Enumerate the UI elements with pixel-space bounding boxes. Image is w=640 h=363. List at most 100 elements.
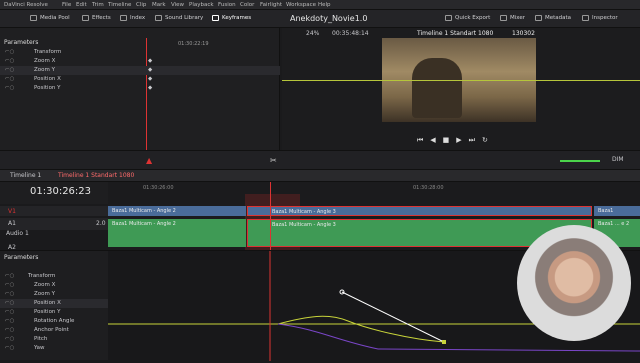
edit-toolbar: ▲ ✂ DIM bbox=[0, 150, 640, 170]
curve-row-transform[interactable]: ⌐○ Transform bbox=[0, 272, 108, 281]
mixer-icon bbox=[500, 15, 507, 21]
media-pool-button[interactable]: Media Pool bbox=[30, 15, 70, 21]
clip-v1-angle2[interactable]: Baza1 Multicam - Angle 2 bbox=[108, 206, 246, 216]
menu-workspace[interactable]: Workspace bbox=[286, 2, 316, 8]
curve-row-zoom-y[interactable]: ⌐○ Zoom Y bbox=[0, 290, 108, 299]
metadata-label: Metadata bbox=[545, 15, 572, 21]
track-sub-a1: Audio 1 bbox=[0, 230, 108, 238]
clip-v1-angle3[interactable]: Baza1 Multicam - Angle 3 bbox=[247, 206, 592, 216]
track-header-a1[interactable]: A1 2.0 bbox=[0, 218, 108, 230]
menu-timeline[interactable]: Timeline bbox=[108, 2, 131, 8]
keyframe-toggle-icon[interactable]: ⌐○ bbox=[5, 291, 14, 297]
position-x-curve[interactable] bbox=[277, 315, 445, 343]
keyframe-toggle-icon[interactable]: ⌐○ bbox=[5, 282, 14, 288]
menu-trim[interactable]: Trim bbox=[92, 2, 104, 8]
curve-row-zoom-x[interactable]: ⌐○ Zoom X bbox=[0, 281, 108, 290]
param-row-zoom-y[interactable]: ⌐○ Zoom Y ◆ bbox=[0, 66, 280, 75]
menu-help[interactable]: Help bbox=[318, 2, 331, 8]
mixer-label: Mixer bbox=[510, 15, 526, 21]
keyframe-toggle-icon[interactable]: ⌐○ bbox=[5, 300, 14, 306]
clip-a1-angle2[interactable]: Baza1 Multicam - Angle 2 bbox=[108, 219, 246, 247]
menu-view[interactable]: View bbox=[171, 2, 184, 8]
viewer-panel: 24% 00:35:48:14 Timeline 1 Standart 1080… bbox=[282, 28, 640, 150]
param-label: Transform bbox=[34, 49, 62, 55]
keyframe-inspector: Parameters 01:30:22:19 ⌐○ Transform ⌐○ Zoo… bbox=[0, 28, 280, 150]
volume-slider[interactable] bbox=[560, 160, 600, 162]
curve-params-header: Parameters bbox=[4, 254, 39, 261]
menu-edit[interactable]: Edit bbox=[76, 2, 87, 8]
ruler-tc-right: 01:30:28:00 bbox=[413, 185, 444, 191]
keyframes-button[interactable]: Keyframes bbox=[212, 15, 251, 21]
index-label: Index bbox=[130, 15, 146, 21]
quick-export-button[interactable]: Quick Export bbox=[445, 15, 490, 21]
sound-library-button[interactable]: Sound Library bbox=[155, 15, 203, 21]
keyframe-toggle-icon[interactable]: ⌐○ bbox=[5, 67, 14, 73]
param-row-zoom-x[interactable]: ⌐○ Zoom X ◆ bbox=[0, 57, 280, 66]
keyframe-toggle-icon[interactable]: ⌐○ bbox=[5, 49, 14, 55]
track-sub: Audio 1 bbox=[6, 230, 29, 237]
curve-row-anchor[interactable]: ⌐○ Anchor Point bbox=[0, 326, 108, 335]
track-name: V1 bbox=[8, 208, 16, 215]
current-timecode[interactable]: 01:30:26:23 bbox=[30, 186, 91, 197]
curve-row-pitch[interactable]: ⌐○ Pitch bbox=[0, 335, 108, 344]
menu-mark[interactable]: Mark bbox=[152, 2, 166, 8]
index-button[interactable]: Index bbox=[120, 15, 145, 21]
inspector-label: Inspector bbox=[592, 15, 618, 21]
quick-export-label: Quick Export bbox=[455, 15, 491, 21]
metadata-button[interactable]: Metadata bbox=[535, 15, 571, 21]
keyframe-toggle-icon[interactable]: ⌐○ bbox=[5, 58, 14, 64]
menu-fusion[interactable]: Fusion bbox=[218, 2, 236, 8]
param-row-position-x[interactable]: ⌐○ Position X ◆ bbox=[0, 75, 280, 84]
razor-icon[interactable]: ✂ bbox=[270, 156, 277, 165]
keyframe-toggle-icon[interactable]: ⌐○ bbox=[5, 327, 14, 333]
keyframe-diamond-icon[interactable]: ◆ bbox=[148, 76, 152, 82]
index-icon bbox=[120, 15, 127, 21]
curve-parameters: Parameters ⌐○ Transform ⌐○ Zoom X ⌐○ Zoom Y… bbox=[0, 250, 108, 360]
curve-row-yaw[interactable]: ⌐○ Yaw bbox=[0, 344, 108, 353]
keyframe-diamond-icon[interactable]: ◆ bbox=[148, 67, 152, 73]
menu-color[interactable]: Color bbox=[240, 2, 254, 8]
zoom-level[interactable]: 24% bbox=[306, 30, 319, 37]
keyframe-toggle-icon[interactable]: ⌐○ bbox=[5, 309, 14, 315]
keyframe-toggle-icon[interactable]: ⌐○ bbox=[5, 76, 14, 82]
menu-file[interactable]: File bbox=[62, 2, 71, 8]
keyframe-toggle-icon[interactable]: ⌐○ bbox=[5, 336, 14, 342]
keyframe-diamond-icon[interactable]: ◆ bbox=[148, 85, 152, 91]
timeline-playhead[interactable] bbox=[270, 182, 271, 250]
param-label: Yaw bbox=[34, 345, 45, 351]
menu-playback[interactable]: Playback bbox=[189, 2, 214, 8]
mixer-button[interactable]: Mixer bbox=[500, 15, 525, 21]
menu-clip[interactable]: Clip bbox=[136, 2, 146, 8]
clip-v1-baza1[interactable]: Baza1 bbox=[594, 206, 640, 216]
clip-label: Baza1 ... e 2 bbox=[598, 221, 630, 227]
keyframe-toggle-icon[interactable]: ⌐○ bbox=[5, 318, 14, 324]
curve-row-position-x[interactable]: ⌐○ Position X bbox=[0, 299, 108, 308]
app-menu[interactable]: DaVinci Resolve bbox=[4, 2, 48, 8]
keyframe-toggle-icon[interactable]: ⌐○ bbox=[5, 273, 14, 279]
param-label: Pitch bbox=[34, 336, 48, 342]
menu-fairlight[interactable]: Fairlight bbox=[260, 2, 282, 8]
select-tool-icon[interactable]: ▲ bbox=[146, 156, 152, 165]
tab-timeline-1[interactable]: Timeline 1 bbox=[10, 172, 41, 179]
param-label: Zoom Y bbox=[34, 291, 55, 297]
transport-controls[interactable]: ⏮◀■▶⏭↻ bbox=[417, 136, 495, 145]
dim-button[interactable]: DIM bbox=[612, 156, 624, 163]
param-row-transform[interactable]: ⌐○ Transform bbox=[0, 48, 280, 57]
track-header-v1[interactable]: V1 bbox=[0, 206, 108, 216]
keyframe-toggle-icon[interactable]: ⌐○ bbox=[5, 345, 14, 351]
param-label: Position Y bbox=[34, 309, 61, 315]
keyframe-diamond-icon[interactable]: ◆ bbox=[148, 58, 152, 64]
media-pool-icon bbox=[30, 15, 37, 21]
curve-row-position-y[interactable]: ⌐○ Position Y bbox=[0, 308, 108, 317]
source-timecode: 00:35:48:14 bbox=[332, 30, 369, 37]
timeline-name[interactable]: Timeline 1 Standart 1080 bbox=[417, 30, 493, 37]
effects-button[interactable]: Effects bbox=[82, 15, 111, 21]
inspector-button[interactable]: Inspector bbox=[582, 15, 618, 21]
tab-timeline-standart[interactable]: Timeline 1 Standart 1080 bbox=[58, 172, 134, 179]
param-label: Transform bbox=[28, 273, 56, 279]
param-row-position-y[interactable]: ⌐○ Position Y ◆ bbox=[0, 84, 280, 93]
curve-row-rotation[interactable]: ⌐○ Rotation Angle bbox=[0, 317, 108, 326]
keyframe-toggle-icon[interactable]: ⌐○ bbox=[5, 85, 14, 91]
title-bar: DaVinci Resolve File Edit Trim Timeline … bbox=[0, 0, 640, 10]
keyframe-point[interactable] bbox=[442, 340, 446, 344]
